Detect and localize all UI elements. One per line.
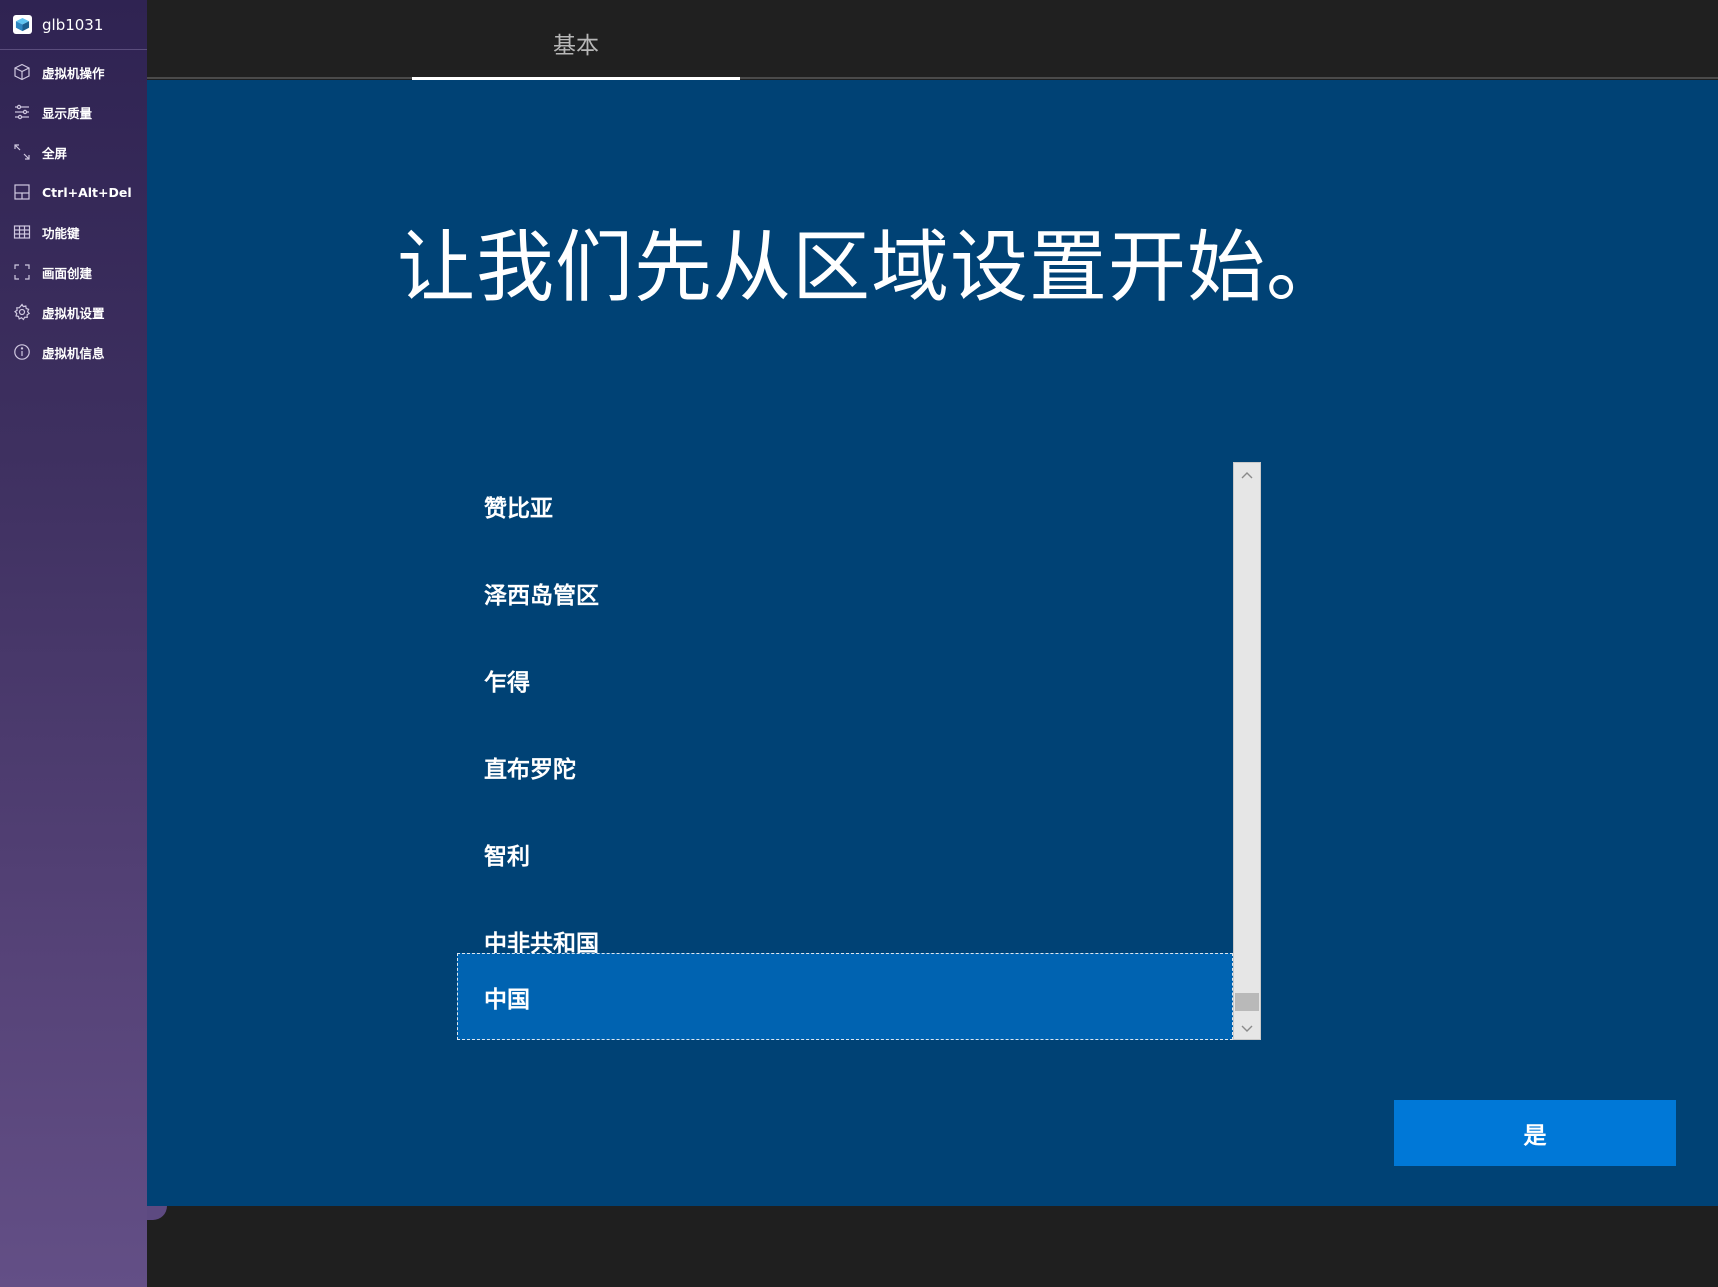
- region-name: 赞比亚: [484, 495, 553, 522]
- yes-button[interactable]: 是: [1394, 1100, 1676, 1166]
- cube-icon: [13, 63, 31, 81]
- sidebar: glb1031 虚拟机操作 显示质量 全屏 Ctrl+Alt+Del 功能键 画…: [0, 0, 147, 1287]
- sidebar-item-vm-settings[interactable]: 虚拟机设置: [0, 292, 147, 332]
- sidebar-item-screen-capture[interactable]: 画面创建: [0, 252, 147, 292]
- sidebar-item-label: 画面创建: [42, 265, 93, 281]
- sidebar-header: glb1031: [0, 0, 147, 50]
- scrollbar-thumb[interactable]: [1235, 993, 1259, 1011]
- sidebar-item-ctrl-alt-del[interactable]: Ctrl+Alt+Del: [0, 172, 147, 212]
- sidebar-item-label: 虚拟机信息: [42, 345, 105, 361]
- scroll-up-button[interactable]: [1234, 463, 1260, 485]
- page-title: 让我们先从区域设置开始。: [397, 223, 1346, 313]
- sidebar-item-label: 全屏: [42, 145, 68, 161]
- sidebar-item-fullscreen[interactable]: 全屏: [0, 132, 147, 172]
- region-list-item[interactable]: 智利: [457, 810, 1233, 897]
- chevron-down-icon: [1240, 1019, 1254, 1038]
- region-name: 中国: [484, 986, 530, 1013]
- region-list-item[interactable]: 赞比亚: [457, 462, 1233, 549]
- region-list-item[interactable]: 直布罗陀: [457, 723, 1233, 810]
- region-list-item[interactable]: 乍得: [457, 636, 1233, 723]
- sidebar-item-function-keys[interactable]: 功能键: [0, 212, 147, 252]
- screenshot-frame-icon: [13, 263, 31, 281]
- vm-logo-icon: [13, 15, 32, 34]
- chevron-up-icon: [1240, 465, 1254, 484]
- region-list[interactable]: 赞比亚 泽西岛管区 乍得 直布罗陀 智利 中非共和国 中国: [457, 462, 1233, 1040]
- sidebar-item-label: 功能键: [42, 225, 80, 241]
- setup-tab-bar: 基本: [147, 0, 1718, 80]
- keyboard-combo-icon: [13, 183, 31, 201]
- sidebar-item-vm-info[interactable]: 虚拟机信息: [0, 332, 147, 372]
- region-name: 泽西岛管区: [484, 582, 599, 609]
- tab-basic-label: 基本: [553, 33, 599, 59]
- region-list-scrollbar[interactable]: [1233, 462, 1261, 1040]
- sliders-icon: [13, 103, 31, 121]
- vm-name: glb1031: [42, 15, 104, 34]
- sidebar-item-label: 虚拟机设置: [42, 305, 105, 321]
- gear-icon: [13, 303, 31, 321]
- sidebar-item-label: 显示质量: [42, 105, 93, 121]
- grid-icon: [13, 223, 31, 241]
- expand-icon: [13, 143, 31, 161]
- sidebar-menu: 虚拟机操作 显示质量 全屏 Ctrl+Alt+Del 功能键 画面创建 虚拟机设…: [0, 52, 147, 372]
- scroll-down-button[interactable]: [1234, 1017, 1260, 1039]
- region-name: 直布罗陀: [484, 756, 576, 783]
- sidebar-item-vm-operations[interactable]: 虚拟机操作: [0, 52, 147, 92]
- tab-basic[interactable]: 基本: [412, 0, 740, 79]
- sidebar-item-label: Ctrl+Alt+Del: [42, 184, 132, 200]
- sidebar-item-display-quality[interactable]: 显示质量: [0, 92, 147, 132]
- region-name: 乍得: [484, 669, 530, 696]
- region-list-item-selected[interactable]: 中国: [457, 953, 1233, 1040]
- region-list-item[interactable]: 泽西岛管区: [457, 549, 1233, 636]
- oobe-region-page: 让我们先从区域设置开始。 赞比亚 泽西岛管区 乍得 直布罗陀 智利 中非共和国 …: [147, 80, 1718, 1206]
- sidebar-item-label: 虚拟机操作: [42, 65, 105, 81]
- region-name: 智利: [484, 843, 530, 870]
- info-icon: [13, 343, 31, 361]
